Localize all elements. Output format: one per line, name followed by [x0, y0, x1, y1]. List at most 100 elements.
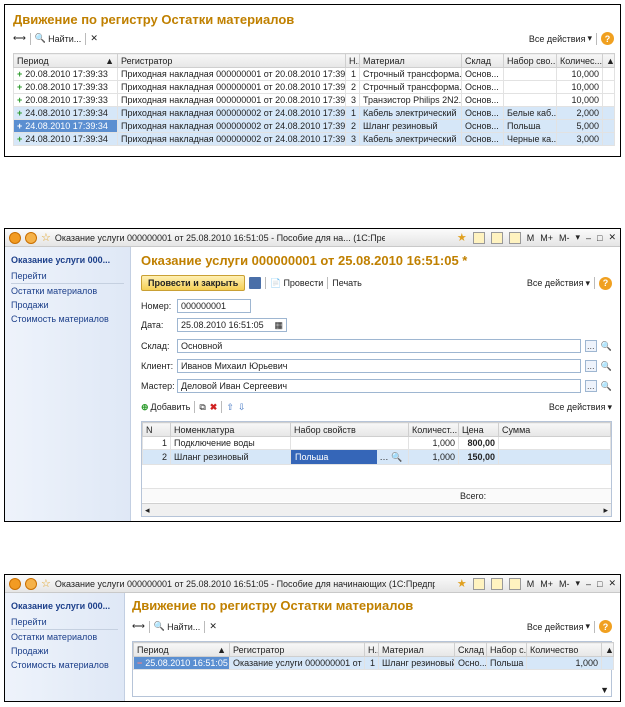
post-button[interactable]: 📄 Провести [270, 278, 323, 289]
table-row[interactable]: +20.08.2010 17:39:33 Приходная накладная… [13, 93, 615, 107]
output-list-button[interactable]: ⟷ [13, 33, 26, 44]
column-header-qty[interactable]: Количес... [556, 53, 603, 68]
memory-mminus-button[interactable]: M- [559, 579, 570, 589]
column-header-period[interactable]: Период ▲ [13, 53, 118, 68]
app-menu-icon[interactable] [9, 231, 21, 244]
column-header-sum[interactable]: Сумма [498, 422, 611, 437]
column-header-props[interactable]: Набор сво... [503, 53, 557, 68]
scroll-up-icon[interactable]: ▲ [601, 642, 614, 657]
sidebar-item-sales[interactable]: Продажи [5, 644, 124, 658]
main-menu-icon[interactable] [25, 577, 37, 590]
find-button[interactable]: 🔍 Найти... [154, 621, 200, 632]
column-header-qty[interactable]: Количест... [408, 422, 459, 437]
print-button[interactable]: Печать [332, 278, 361, 288]
history-icon[interactable] [472, 231, 485, 244]
dropdown-icon[interactable]: ▾ [575, 232, 580, 243]
column-header-registrar[interactable]: Регистратор [229, 642, 365, 657]
move-up-button[interactable]: ⇧ [226, 402, 234, 413]
table-row[interactable]: +20.08.2010 17:39:33 Приходная накладная… [13, 80, 615, 94]
scroll-left-icon[interactable]: ◂ [145, 505, 150, 516]
table-row[interactable]: 2 Шланг резиновый Польша … 🔍 1,000 150,00 [142, 449, 611, 465]
column-header-price[interactable]: Цена [458, 422, 499, 437]
column-header-warehouse[interactable]: Склад [461, 53, 504, 68]
sidebar-item-sales[interactable]: Продажи [5, 298, 130, 312]
search-icon[interactable]: 🔍 [601, 361, 612, 372]
minimize-icon[interactable]: – [586, 233, 591, 243]
favorites-add-icon[interactable]: ★ [457, 577, 467, 590]
table-row[interactable]: 1 Подключение воды 1,000 800,00 [142, 436, 611, 450]
column-header-qty[interactable]: Количество [526, 642, 602, 657]
column-header-material[interactable]: Материал [378, 642, 455, 657]
props-cell-editor[interactable]: Польша [291, 450, 377, 464]
maximize-icon[interactable]: □ [597, 579, 602, 589]
add-row-button[interactable]: ⊕ Добавить [141, 402, 190, 413]
select-button[interactable]: … [584, 380, 597, 392]
help-icon[interactable]: ? [599, 620, 612, 633]
cancel-search-button[interactable]: ✕ [90, 33, 98, 44]
sidebar-item-materials-cost[interactable]: Стоимость материалов [5, 312, 130, 326]
table-row[interactable]: +24.08.2010 17:39:34 Приходная накладная… [13, 106, 615, 120]
main-menu-icon[interactable] [25, 231, 37, 244]
scroll-up-icon[interactable]: ▲ [602, 53, 615, 68]
sidebar-item-materials-cost[interactable]: Стоимость материалов [5, 658, 124, 672]
favorites-add-icon[interactable]: ★ [457, 231, 467, 244]
search-icon[interactable]: 🔍 [391, 452, 402, 462]
output-list-button[interactable]: ⟷ [132, 621, 145, 632]
sidebar-item-materials-balance[interactable]: Остатки материалов [5, 630, 124, 644]
cancel-search-button[interactable]: ✕ [209, 621, 217, 632]
column-header-props[interactable]: Набор свойств [290, 422, 409, 437]
horizontal-scrollbar[interactable]: ◂ ▸ [142, 503, 611, 516]
history-icon[interactable] [472, 577, 485, 590]
favorites-star-icon[interactable]: ☆ [41, 231, 51, 244]
number-field[interactable]: 000000001 [177, 299, 251, 313]
search-icon[interactable]: 🔍 [601, 381, 612, 392]
sidebar-item-materials-balance[interactable]: Остатки материалов [5, 284, 130, 298]
column-header-n[interactable]: N [142, 422, 171, 437]
find-button[interactable]: 🔍 Найти... [35, 33, 81, 44]
app-menu-icon[interactable] [9, 577, 21, 590]
calendar-icon[interactable] [508, 231, 521, 244]
move-down-button[interactable]: ⇩ [238, 402, 246, 413]
column-header-registrar[interactable]: Регистратор [117, 53, 346, 68]
scroll-down-icon[interactable]: ▼ [600, 685, 609, 695]
all-actions-button[interactable]: Все действия ▾ [527, 278, 590, 289]
table-row[interactable]: −25.08.2010 16:51:05 Оказание услуги 000… [133, 656, 614, 670]
table-row[interactable]: +24.08.2010 17:39:34 Приходная накладная… [13, 119, 615, 133]
all-actions-button[interactable]: Все действия ▾ [529, 33, 592, 44]
table-row[interactable]: +24.08.2010 17:39:34 Приходная накладная… [13, 132, 615, 146]
client-field[interactable]: Иванов Михаил Юрьевич [177, 359, 581, 373]
column-header-line[interactable]: Н.. [345, 53, 360, 68]
post-and-close-button[interactable]: Провести и закрыть [141, 275, 246, 291]
column-header-props[interactable]: Набор с... [486, 642, 527, 657]
memory-mplus-button[interactable]: M+ [540, 233, 553, 243]
all-actions-button[interactable]: Все действия ▾ [527, 621, 590, 632]
delete-row-button[interactable]: ✖ [210, 402, 218, 413]
memory-mminus-button[interactable]: M- [559, 233, 570, 243]
column-header-period[interactable]: Период ▲ [133, 642, 230, 657]
column-header-line[interactable]: Н.. [364, 642, 379, 657]
table-all-actions-button[interactable]: Все действия ▾ [549, 402, 612, 413]
select-button[interactable]: … [584, 360, 597, 372]
close-icon[interactable]: ✕ [608, 578, 616, 589]
select-button[interactable]: … [380, 452, 389, 462]
favorites-star-icon[interactable]: ☆ [41, 577, 51, 590]
calculator-icon[interactable] [490, 577, 503, 590]
maximize-icon[interactable]: □ [597, 233, 602, 243]
minimize-icon[interactable]: – [586, 579, 591, 589]
column-header-item[interactable]: Номенклатура [170, 422, 291, 437]
help-icon[interactable]: ? [601, 32, 614, 45]
copy-row-button[interactable]: ⧉ [199, 402, 205, 413]
date-field[interactable]: 25.08.2010 16:51:05 ▦ [177, 318, 287, 332]
column-header-warehouse[interactable]: Склад [454, 642, 487, 657]
dropdown-icon[interactable]: ▾ [575, 578, 580, 589]
close-icon[interactable]: ✕ [608, 232, 616, 243]
help-icon[interactable]: ? [599, 276, 612, 290]
calculator-icon[interactable] [490, 231, 503, 244]
memory-mplus-button[interactable]: M+ [540, 579, 553, 589]
select-button[interactable]: … [584, 340, 597, 352]
column-header-material[interactable]: Материал [359, 53, 462, 68]
warehouse-field[interactable]: Основной [177, 339, 581, 353]
calendar-icon[interactable] [508, 577, 521, 590]
search-icon[interactable]: 🔍 [601, 341, 612, 352]
master-field[interactable]: Деловой Иван Сергеевич [177, 379, 581, 393]
